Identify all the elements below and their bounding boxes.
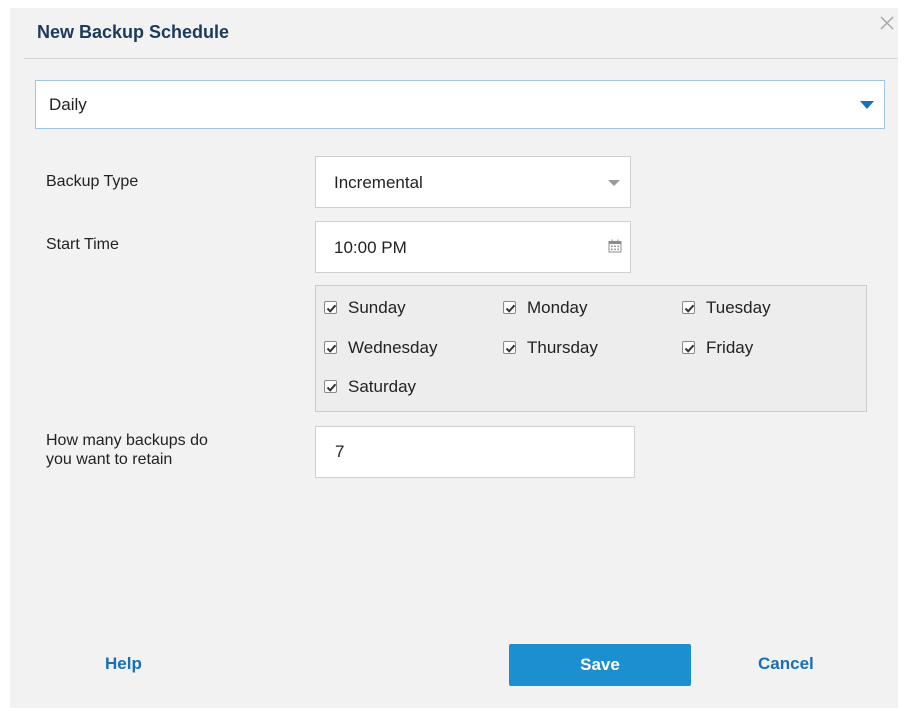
day-label: Wednesday	[348, 338, 438, 357]
day-label: Friday	[706, 338, 754, 357]
day-label: Saturday	[348, 377, 417, 396]
days-of-week-group: Sunday Monday Tuesday Wednesday Thursday	[315, 285, 867, 412]
start-time-label: Start Time	[46, 236, 119, 253]
checkbox-thursday[interactable]	[503, 341, 516, 354]
backup-type-value: Incremental	[334, 173, 423, 192]
day-label: Thursday	[527, 338, 598, 357]
save-button[interactable]: Save	[509, 644, 691, 686]
title-divider	[24, 58, 898, 59]
checkbox-friday[interactable]	[682, 341, 695, 354]
checkbox-monday[interactable]	[503, 301, 516, 314]
checkbox-sunday[interactable]	[324, 301, 337, 314]
start-time-input[interactable]: 10:00 PM	[315, 221, 631, 273]
retain-count-input[interactable]: 7	[315, 426, 635, 478]
checkbox-saturday[interactable]	[324, 380, 337, 393]
chevron-down-icon	[608, 180, 620, 186]
help-link[interactable]: Help	[105, 654, 142, 674]
close-icon[interactable]	[878, 14, 896, 32]
frequency-value: Daily	[49, 95, 87, 114]
cancel-button[interactable]: Cancel	[758, 654, 814, 674]
dialog-title: New Backup Schedule	[37, 22, 230, 42]
frequency-select[interactable]: Daily	[35, 80, 885, 129]
checkbox-wednesday[interactable]	[324, 341, 337, 354]
retain-label: How many backups do you want to retain	[46, 431, 208, 469]
retain-label-line1: How many backups do	[46, 432, 208, 449]
retain-label-line2: you want to retain	[46, 451, 173, 468]
retain-count-value: 7	[335, 442, 345, 461]
backup-type-label: Backup Type	[46, 173, 139, 190]
day-label: Sunday	[348, 298, 406, 317]
day-label: Monday	[527, 298, 588, 317]
calendar-icon[interactable]	[608, 239, 622, 253]
backup-schedule-dialog: New Backup Schedule Daily Backup Type In…	[10, 8, 898, 708]
chevron-down-icon	[860, 101, 874, 109]
start-time-value: 10:00 PM	[334, 238, 407, 257]
checkbox-tuesday[interactable]	[682, 301, 695, 314]
day-label: Tuesday	[706, 298, 771, 317]
backup-type-select[interactable]: Incremental	[315, 156, 631, 208]
